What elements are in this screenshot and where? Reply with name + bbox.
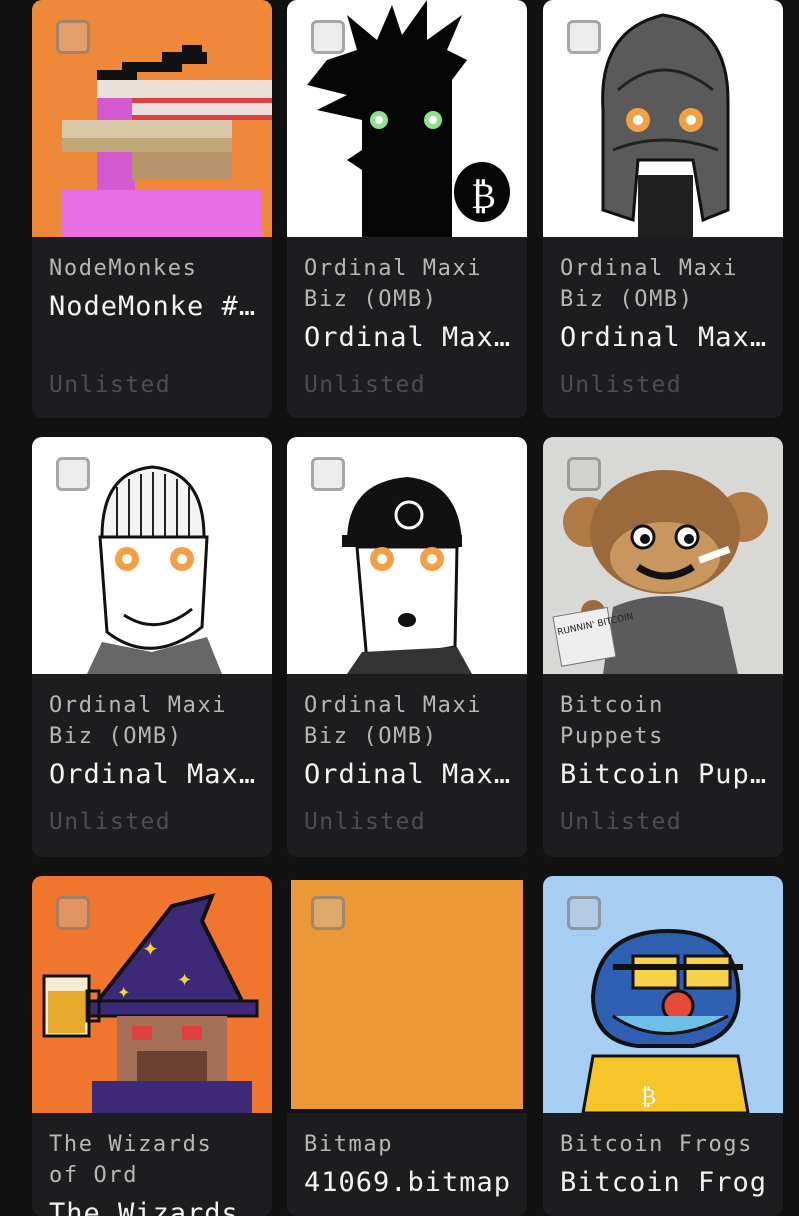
nft-card[interactable]: Ordinal Maxi Biz (OMB) Ordinal Maxi Biz … (543, 0, 783, 418)
select-checkbox[interactable] (56, 896, 90, 930)
card-info: Bitcoin Puppets Bitcoin Puppets (560, 674, 770, 792)
listing-status: Unlisted (49, 809, 171, 835)
collection-name: Bitcoin Frogs (560, 1132, 753, 1157)
collection-name: Bitmap (304, 1132, 394, 1157)
nft-card[interactable]: Ordinal Maxi Biz (OMB) Ordinal Maxi Biz … (287, 437, 527, 857)
collection-name: NodeMonkes (49, 256, 198, 281)
card-info: Ordinal Maxi Biz (OMB) Ordinal Maxi Biz (560, 237, 770, 355)
nft-card[interactable]: ✦ ✦ ✦ The Wizards of Ord The Wizards of … (32, 876, 272, 1216)
select-checkbox[interactable] (311, 896, 345, 930)
select-checkbox[interactable] (56, 457, 90, 491)
collection-name: Ordinal Maxi Biz (OMB) (304, 693, 483, 749)
nft-card[interactable]: Bitmap 41069.bitmap (287, 876, 527, 1216)
nft-card[interactable]: NodeMonkes NodeMonke #... Unlisted (32, 0, 272, 418)
card-info: The Wizards of Ord The Wizards of Ord (49, 1113, 259, 1216)
collection-name: The Wizards of Ord (49, 1132, 213, 1188)
item-name[interactable]: Ordinal Maxi Biz (304, 758, 514, 792)
card-info: Bitmap 41069.bitmap (304, 1113, 514, 1200)
svg-text:✦: ✦ (117, 983, 130, 1002)
item-name[interactable]: Bitcoin Puppets (560, 758, 770, 792)
card-info: Ordinal Maxi Biz (OMB) Ordinal Maxi Biz (304, 674, 514, 792)
select-checkbox[interactable] (567, 20, 601, 54)
svg-text:✦: ✦ (177, 970, 192, 991)
svg-text:✦: ✦ (142, 937, 159, 961)
listing-status: Unlisted (560, 372, 682, 398)
select-checkbox[interactable] (567, 457, 601, 491)
listing-status: Unlisted (304, 809, 426, 835)
item-name[interactable]: Ordinal Maxi Biz (49, 758, 259, 792)
card-info: NodeMonkes NodeMonke #... (49, 237, 259, 324)
nft-card[interactable]: Ordinal Maxi Biz (OMB) Ordinal Maxi Biz … (32, 437, 272, 857)
collection-name: Bitcoin Puppets (560, 693, 664, 749)
item-name[interactable]: 41069.bitmap (304, 1166, 514, 1200)
svg-text:₿: ₿ (641, 1085, 656, 1110)
listing-status: Unlisted (49, 372, 171, 398)
collection-name: Ordinal Maxi Biz (OMB) (304, 256, 483, 312)
item-name[interactable]: Bitcoin Frog (560, 1166, 770, 1200)
collection-name: Ordinal Maxi Biz (OMB) (560, 256, 739, 312)
card-info: Ordinal Maxi Biz (OMB) Ordinal Maxi Biz (304, 237, 514, 355)
select-checkbox[interactable] (311, 20, 345, 54)
listing-status: Unlisted (560, 809, 682, 835)
listing-status: Unlisted (304, 372, 426, 398)
nft-grid: NodeMonkes NodeMonke #... Unlisted ₿ Ord… (0, 0, 799, 1216)
nft-card[interactable]: ₿ Bitcoin Frogs Bitcoin Frog (543, 876, 783, 1216)
item-name[interactable]: Ordinal Maxi Biz (304, 321, 514, 355)
select-checkbox[interactable] (56, 20, 90, 54)
select-checkbox[interactable] (567, 896, 601, 930)
select-checkbox[interactable] (311, 457, 345, 491)
nft-card[interactable]: RUNNIN' BITCOIN Bitcoin Puppets Bitcoin … (543, 437, 783, 857)
collection-name: Ordinal Maxi Biz (OMB) (49, 693, 228, 749)
nft-card[interactable]: ₿ Ordinal Maxi Biz (OMB) Ordinal Maxi Bi… (287, 0, 527, 418)
card-info: Bitcoin Frogs Bitcoin Frog (560, 1113, 770, 1200)
item-name[interactable]: Ordinal Maxi Biz (560, 321, 770, 355)
item-name[interactable]: NodeMonke #... (49, 290, 259, 324)
svg-text:₿: ₿ (471, 176, 496, 217)
card-info: Ordinal Maxi Biz (OMB) Ordinal Maxi Biz (49, 674, 259, 792)
